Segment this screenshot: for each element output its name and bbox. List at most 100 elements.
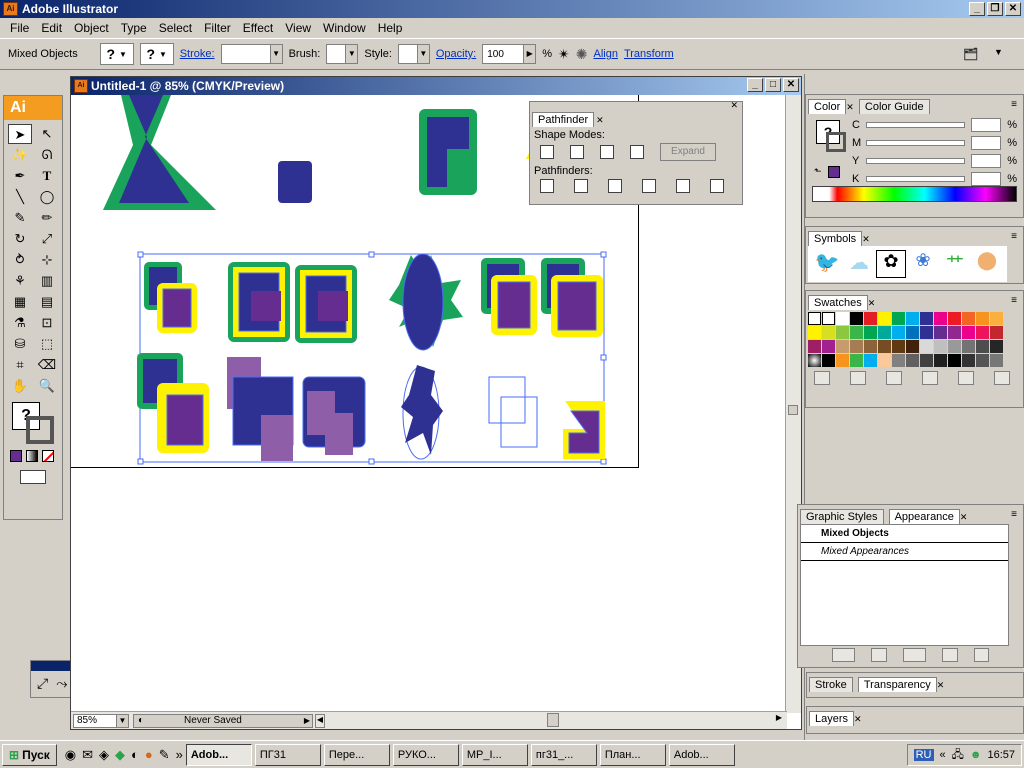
magic-wand-tool-icon[interactable]: ✨ bbox=[8, 145, 32, 165]
swatch[interactable] bbox=[934, 354, 947, 367]
swatch[interactable] bbox=[864, 354, 877, 367]
none-mode-button[interactable] bbox=[42, 450, 54, 462]
close-icon[interactable]: ✕ bbox=[730, 100, 738, 111]
fill-dropdown[interactable]: ? ▼ bbox=[99, 43, 134, 65]
brush-dropdown[interactable]: ▼ bbox=[326, 44, 359, 64]
last-color-swatch[interactable] bbox=[828, 166, 840, 178]
tab-layers[interactable]: Layers bbox=[809, 711, 855, 726]
swatch[interactable] bbox=[920, 312, 933, 325]
swatch[interactable] bbox=[864, 326, 877, 339]
swatch[interactable] bbox=[962, 354, 975, 367]
menu-help[interactable]: Help bbox=[372, 21, 409, 35]
swatch[interactable] bbox=[864, 312, 877, 325]
symbol-sprayer-tool-icon[interactable]: ⚘ bbox=[8, 271, 32, 291]
swatch[interactable] bbox=[892, 340, 905, 353]
swatch[interactable] bbox=[808, 312, 821, 325]
pen-tool-icon[interactable]: ✒ bbox=[8, 166, 32, 186]
duplicate-item-icon[interactable] bbox=[941, 648, 958, 662]
menu-file[interactable]: File bbox=[4, 21, 35, 35]
taskbar-item-chrome[interactable]: Пере... bbox=[323, 743, 390, 766]
swatch[interactable] bbox=[976, 326, 989, 339]
menu-filter[interactable]: Filter bbox=[198, 21, 237, 35]
live-paint-selection-tool-icon[interactable]: ⬚ bbox=[35, 334, 59, 354]
swatch[interactable] bbox=[948, 326, 961, 339]
panel-menu-icon[interactable]: ≡ bbox=[1011, 99, 1017, 110]
symbol-grass-icon[interactable]: ⺾ bbox=[940, 250, 970, 278]
swatch[interactable] bbox=[808, 340, 821, 353]
taskbar-item-illustrator[interactable]: Adob... bbox=[185, 743, 252, 766]
doc-restore-button[interactable]: □ bbox=[765, 78, 781, 92]
tab-graphic-styles[interactable]: Graphic Styles bbox=[800, 509, 884, 524]
editor-icon[interactable]: ✎ bbox=[159, 747, 170, 763]
swatch[interactable] bbox=[962, 340, 975, 353]
swatch[interactable] bbox=[948, 312, 961, 325]
doc-minimize-button[interactable]: _ bbox=[747, 78, 763, 92]
swatch[interactable] bbox=[892, 354, 905, 367]
stroke-label[interactable]: Stroke: bbox=[180, 48, 215, 60]
swatch[interactable] bbox=[836, 312, 849, 325]
camtasia-icon[interactable]: ◐ bbox=[131, 747, 139, 763]
free-transform-tool-icon[interactable]: ⊹ bbox=[35, 250, 59, 270]
swatch[interactable] bbox=[892, 326, 905, 339]
swatch[interactable] bbox=[850, 312, 863, 325]
reshape-tool-icon[interactable]: ⤳ bbox=[56, 675, 67, 692]
channel-c-slider[interactable] bbox=[865, 122, 966, 128]
gradient-mode-button[interactable] bbox=[26, 450, 38, 462]
trim-icon[interactable] bbox=[574, 179, 588, 193]
tab-appearance[interactable]: Appearance bbox=[888, 509, 960, 524]
swatch[interactable] bbox=[976, 354, 989, 367]
doc-close-button[interactable]: ✕ bbox=[783, 78, 799, 92]
blend-tool-icon[interactable]: ⊡ bbox=[35, 313, 59, 333]
color-mode-button[interactable] bbox=[10, 450, 22, 462]
symbol-flower-icon[interactable]: ✿ bbox=[876, 250, 906, 278]
menu-view[interactable]: View bbox=[279, 21, 317, 35]
menu-edit[interactable]: Edit bbox=[35, 21, 68, 35]
zoom-tool-icon[interactable]: 🔍 bbox=[35, 376, 59, 396]
swatch[interactable] bbox=[822, 312, 835, 325]
crop-icon[interactable] bbox=[642, 179, 656, 193]
new-art-basic-icon[interactable] bbox=[832, 648, 856, 662]
swatch[interactable] bbox=[990, 354, 1003, 367]
intersect-icon[interactable] bbox=[600, 145, 614, 159]
zoom-dropdown[interactable]: 85% ▼ bbox=[73, 713, 129, 728]
swatch[interactable] bbox=[864, 340, 877, 353]
swatch-libraries-icon[interactable] bbox=[814, 371, 830, 385]
selection-tool-icon[interactable]: ➤ bbox=[8, 124, 32, 144]
eraser-tool-icon[interactable]: ⌫ bbox=[35, 355, 59, 375]
new-swatch-icon[interactable] bbox=[958, 371, 974, 385]
menu-select[interactable]: Select bbox=[153, 21, 198, 35]
transform-link[interactable]: Transform bbox=[624, 48, 674, 60]
symbol-dots-icon[interactable]: ⬤ bbox=[972, 250, 1002, 278]
scale-tool-icon[interactable]: ⤢ bbox=[35, 229, 59, 249]
mail-icon[interactable]: ✉ bbox=[82, 747, 93, 763]
swatch[interactable] bbox=[948, 354, 961, 367]
delete-item-icon[interactable] bbox=[973, 648, 990, 662]
horizontal-scroll-thumb[interactable] bbox=[547, 713, 559, 727]
brush-tool-icon[interactable]: ✎ bbox=[8, 208, 32, 228]
swatch[interactable] bbox=[878, 326, 891, 339]
taskbar-item-word-1[interactable]: МР_I... bbox=[461, 743, 528, 766]
tab-symbols[interactable]: Symbols bbox=[808, 231, 863, 246]
clock[interactable]: 16:57 bbox=[987, 749, 1015, 761]
swatch[interactable] bbox=[934, 312, 947, 325]
recolor-icon[interactable]: ✴ bbox=[558, 46, 570, 63]
tab-close-icon[interactable]: ✕ bbox=[854, 714, 862, 724]
swatch[interactable] bbox=[990, 312, 1003, 325]
expand-button[interactable]: Expand bbox=[660, 143, 716, 161]
tab-close-icon[interactable]: ✕ bbox=[596, 115, 604, 125]
tab-color-guide[interactable]: Color Guide bbox=[858, 99, 930, 114]
gradient-tool-icon[interactable]: ▤ bbox=[35, 292, 59, 312]
green-app-icon[interactable]: ◆ bbox=[115, 747, 125, 763]
swatch[interactable] bbox=[808, 326, 821, 339]
restore-button[interactable]: ❐ bbox=[987, 2, 1003, 16]
swatch[interactable] bbox=[934, 326, 947, 339]
symbol-cloud-icon[interactable]: ☁ bbox=[844, 250, 874, 278]
channel-k-slider[interactable] bbox=[865, 176, 966, 182]
tab-close-icon[interactable]: ✕ bbox=[937, 680, 945, 690]
tab-color[interactable]: Color bbox=[808, 99, 847, 114]
swatch[interactable] bbox=[808, 354, 821, 367]
tab-transparency[interactable]: Transparency bbox=[857, 677, 937, 692]
channel-c-field[interactable] bbox=[971, 118, 1002, 132]
swatch[interactable] bbox=[920, 326, 933, 339]
style-dropdown[interactable]: ▼ bbox=[397, 44, 430, 64]
